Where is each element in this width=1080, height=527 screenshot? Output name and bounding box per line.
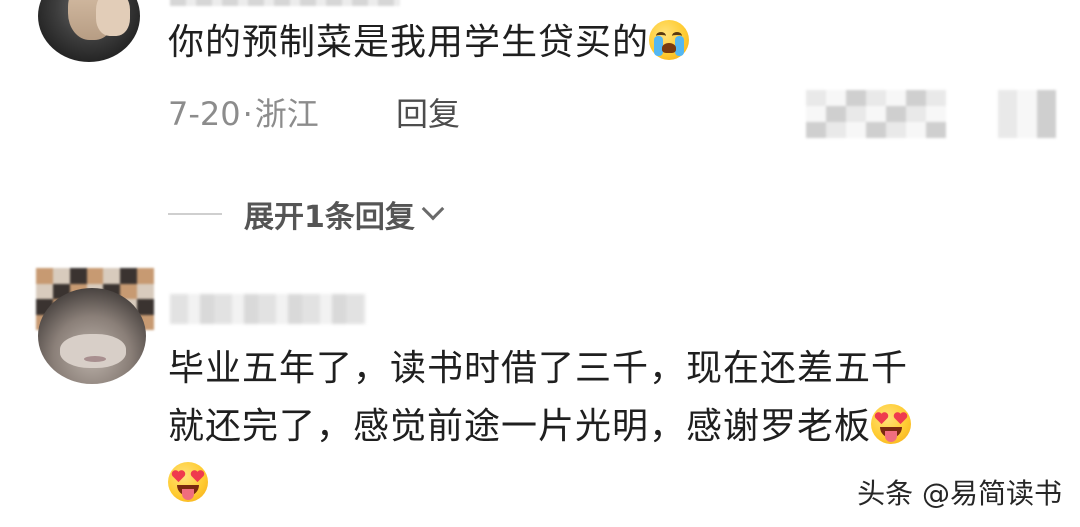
mosaic-cell <box>36 283 53 299</box>
mosaic-cell <box>36 268 53 284</box>
username-blurred-2 <box>170 294 366 324</box>
avatar-face <box>60 334 126 368</box>
comment-location: 浙江 <box>254 95 319 133</box>
expand-divider-line <box>168 213 222 215</box>
username-blurred <box>170 0 400 6</box>
comment-text: 你的预制菜是我用学生贷买的 <box>168 14 690 72</box>
mosaic-cell <box>69 268 87 284</box>
dislike-button-blurred[interactable] <box>998 90 1056 138</box>
mosaic-cell <box>806 106 826 122</box>
comment-date: 7-20 <box>168 95 241 133</box>
mosaic-cell <box>846 90 866 106</box>
source-watermark: 头条 @易简读书 <box>857 477 1062 510</box>
mosaic-cell <box>926 122 946 138</box>
mosaic-cell <box>1036 90 1056 106</box>
mosaic-cell <box>866 122 886 138</box>
mosaic-cell <box>120 268 138 284</box>
mosaic-cell <box>906 122 926 138</box>
loudly-crying-face-icon <box>649 20 690 60</box>
mosaic-cell <box>1036 106 1056 122</box>
avatar-lip <box>84 356 106 362</box>
heart-eyes-tongue-face-icon <box>168 462 208 502</box>
mosaic-cell <box>886 90 906 106</box>
mosaic-cell <box>926 106 946 122</box>
mosaic-cell <box>906 106 926 122</box>
like-button-blurred[interactable] <box>806 90 946 138</box>
mosaic-cell <box>998 90 1018 106</box>
comment-meta: 7-20·浙江 <box>168 92 319 136</box>
mosaic-cell <box>826 122 846 138</box>
mosaic-cell <box>886 122 906 138</box>
mosaic-cell <box>1017 122 1037 138</box>
mosaic-cell <box>52 268 70 284</box>
mosaic-cell <box>806 122 826 138</box>
comment-2-line-1: 毕业五年了，读书时借了三千，现在还差五千 <box>168 348 909 389</box>
comment-2-line-3 <box>168 456 208 514</box>
mosaic-cell <box>926 90 946 106</box>
comment-2-line-2-text: 就还完了，感觉前途一片光明，感谢罗老板 <box>168 406 872 447</box>
mosaic-cell <box>886 106 906 122</box>
commenter-avatar-2-container[interactable] <box>36 268 154 388</box>
mosaic-cell <box>846 122 866 138</box>
mosaic-cell <box>906 90 926 106</box>
mosaic-cell <box>826 106 846 122</box>
expand-replies-button[interactable]: 展开1条回复 <box>168 190 445 238</box>
meta-separator: · <box>242 95 253 133</box>
commenter-avatar-2[interactable] <box>38 288 146 384</box>
mosaic-cell <box>998 122 1018 138</box>
mosaic-cell <box>1017 90 1037 106</box>
mosaic-cell <box>137 268 154 284</box>
comment-2-line-2: 就还完了，感觉前途一片光明，感谢罗老板 <box>168 398 912 456</box>
mosaic-cell <box>806 90 826 106</box>
commenter-avatar[interactable] <box>38 0 140 62</box>
reply-button[interactable]: 回复 <box>396 92 460 136</box>
mosaic-cell <box>998 106 1018 122</box>
chevron-down-icon <box>421 197 445 221</box>
expand-replies-label: 展开1条回复 <box>244 200 415 235</box>
mosaic-cell <box>846 106 866 122</box>
mosaic-cell <box>1036 122 1056 138</box>
avatar-hand <box>96 0 130 36</box>
comment-text-content: 你的预制菜是我用学生贷买的 <box>168 22 650 63</box>
mosaic-cell <box>137 283 154 299</box>
mosaic-cell <box>826 90 846 106</box>
mosaic-cell <box>86 268 104 284</box>
mosaic-cell <box>866 106 886 122</box>
mosaic-cell <box>866 90 886 106</box>
mosaic-cell <box>103 268 121 284</box>
mosaic-cell <box>1017 106 1037 122</box>
mosaic-cell <box>137 299 154 315</box>
heart-eyes-tongue-face-icon <box>871 404 912 444</box>
